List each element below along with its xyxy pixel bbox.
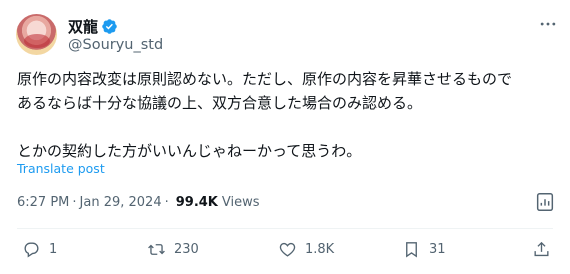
- tweet-meta: 6:27 PM · Jan 29, 2024 · 99.4K Views: [17, 195, 260, 210]
- views-count: 99.4K: [175, 195, 218, 210]
- divider: [17, 228, 553, 229]
- reply-button[interactable]: 1: [22, 240, 57, 259]
- share-button[interactable]: [532, 240, 551, 259]
- share-icon: [534, 241, 549, 257]
- author-name-row: 双龍: [68, 16, 118, 36]
- retweet-count: 230: [174, 242, 199, 257]
- meta-separator: ·: [72, 195, 77, 210]
- action-bar: 1 230 1.8K 31: [0, 240, 570, 264]
- bookmark-count: 31: [429, 242, 446, 257]
- retweet-icon: [148, 244, 165, 255]
- views-label: Views: [221, 195, 260, 210]
- verified-badge-icon: [102, 18, 117, 34]
- author-display-name[interactable]: 双龍: [68, 16, 98, 37]
- bookmark-icon: [406, 242, 417, 258]
- author-handle[interactable]: @Souryu_std: [68, 37, 163, 53]
- tweet-date[interactable]: Jan 29, 2024: [80, 195, 162, 210]
- meta-separator-2: ·: [164, 195, 169, 210]
- tweet-card: 双龍 @Souryu_std 原作の内容改変は原則認めない。ただし、原作の内容を…: [0, 0, 570, 274]
- translate-post-link[interactable]: Translate post: [17, 161, 105, 176]
- like-count: 1.8K: [305, 242, 335, 257]
- reply-icon: [24, 242, 39, 258]
- retweet-button[interactable]: 230: [147, 240, 199, 259]
- like-button[interactable]: 1.8K: [278, 240, 334, 259]
- analytics-icon[interactable]: [534, 191, 556, 213]
- more-options-icon[interactable]: [538, 14, 558, 34]
- tweet-text: 原作の内容改変は原則認めない。ただし、原作の内容を昇華させるもので あるならば十…: [17, 70, 513, 160]
- reply-count: 1: [49, 242, 58, 257]
- bookmark-button[interactable]: 31: [402, 240, 446, 259]
- like-icon: [279, 242, 296, 257]
- tweet-time[interactable]: 6:27 PM: [17, 195, 69, 210]
- avatar[interactable]: [16, 14, 57, 55]
